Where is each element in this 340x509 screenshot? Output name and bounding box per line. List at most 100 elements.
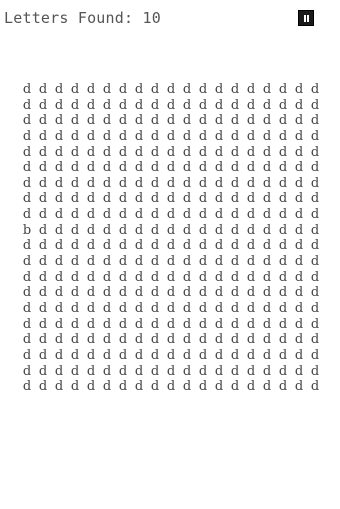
letter-cell[interactable]: d <box>179 364 195 380</box>
letter-cell[interactable]: d <box>51 270 67 286</box>
letter-cell[interactable]: d <box>115 285 131 301</box>
letter-cell[interactable]: d <box>83 113 99 129</box>
letter-cell[interactable]: d <box>51 317 67 333</box>
letter-cell[interactable]: d <box>259 129 275 145</box>
letter-cell[interactable]: d <box>259 176 275 192</box>
letter-cell[interactable]: d <box>275 238 291 254</box>
letter-cell[interactable]: d <box>19 160 35 176</box>
letter-cell[interactable]: d <box>35 270 51 286</box>
letter-cell[interactable]: d <box>275 82 291 98</box>
letter-cell[interactable]: d <box>259 317 275 333</box>
letter-cell[interactable]: d <box>99 113 115 129</box>
letter-cell[interactable]: d <box>115 191 131 207</box>
letter-cell[interactable]: d <box>147 332 163 348</box>
letter-cell[interactable]: d <box>115 129 131 145</box>
letter-cell[interactable]: d <box>195 191 211 207</box>
letter-cell[interactable]: d <box>51 98 67 114</box>
letter-cell[interactable]: d <box>259 254 275 270</box>
letter-cell[interactable]: d <box>35 82 51 98</box>
letter-cell[interactable]: d <box>131 160 147 176</box>
letter-cell[interactable]: d <box>163 364 179 380</box>
letter-cell[interactable]: d <box>19 348 35 364</box>
letter-cell[interactable]: d <box>19 145 35 161</box>
letter-cell[interactable]: d <box>19 82 35 98</box>
letter-cell[interactable]: d <box>195 223 211 239</box>
letter-cell[interactable]: d <box>51 332 67 348</box>
letter-cell[interactable]: d <box>163 317 179 333</box>
letter-cell[interactable]: d <box>211 317 227 333</box>
letter-cell[interactable]: d <box>243 238 259 254</box>
letter-cell[interactable]: d <box>147 379 163 395</box>
letter-cell[interactable]: d <box>211 160 227 176</box>
letter-cell[interactable]: d <box>211 348 227 364</box>
letter-cell[interactable]: d <box>179 254 195 270</box>
letter-cell[interactable]: d <box>35 98 51 114</box>
letter-cell[interactable]: d <box>243 285 259 301</box>
letter-cell[interactable]: d <box>147 364 163 380</box>
letter-cell[interactable]: d <box>147 348 163 364</box>
letter-cell[interactable]: d <box>51 254 67 270</box>
letter-cell[interactable]: d <box>195 332 211 348</box>
letter-cell[interactable]: d <box>115 254 131 270</box>
letter-cell[interactable]: d <box>163 207 179 223</box>
letter-cell[interactable]: d <box>67 129 83 145</box>
letter-cell[interactable]: d <box>211 254 227 270</box>
letter-cell[interactable]: d <box>275 98 291 114</box>
letter-cell[interactable]: d <box>291 191 307 207</box>
letter-cell[interactable]: d <box>83 98 99 114</box>
letter-cell[interactable]: d <box>211 113 227 129</box>
letter-cell[interactable]: d <box>99 223 115 239</box>
letter-cell[interactable]: d <box>307 160 323 176</box>
letter-cell[interactable]: d <box>163 223 179 239</box>
letter-cell[interactable]: d <box>259 348 275 364</box>
letter-cell[interactable]: d <box>291 145 307 161</box>
letter-cell[interactable]: d <box>275 207 291 223</box>
letter-cell[interactable]: d <box>35 364 51 380</box>
letter-cell[interactable]: d <box>243 191 259 207</box>
letter-cell[interactable]: d <box>179 145 195 161</box>
letter-cell[interactable]: d <box>35 379 51 395</box>
letter-cell[interactable]: d <box>147 191 163 207</box>
letter-cell[interactable]: d <box>243 270 259 286</box>
letter-cell[interactable]: d <box>35 317 51 333</box>
letter-cell[interactable]: d <box>275 113 291 129</box>
letter-cell[interactable]: d <box>259 285 275 301</box>
letter-cell[interactable]: d <box>19 113 35 129</box>
letter-cell[interactable]: d <box>19 254 35 270</box>
letter-cell[interactable]: d <box>291 270 307 286</box>
letter-cell[interactable]: d <box>195 364 211 380</box>
letter-cell[interactable]: d <box>291 82 307 98</box>
letter-cell[interactable]: d <box>115 317 131 333</box>
letter-cell[interactable]: d <box>99 379 115 395</box>
letter-cell[interactable]: d <box>211 285 227 301</box>
letter-cell[interactable]: d <box>307 207 323 223</box>
letter-cell[interactable]: d <box>211 145 227 161</box>
letter-cell[interactable]: d <box>163 332 179 348</box>
letter-cell[interactable]: d <box>307 254 323 270</box>
letter-cell[interactable]: d <box>211 270 227 286</box>
letter-cell[interactable]: d <box>195 254 211 270</box>
letter-cell[interactable]: d <box>211 98 227 114</box>
letter-cell[interactable]: d <box>147 98 163 114</box>
letter-cell[interactable]: d <box>99 332 115 348</box>
letter-cell[interactable]: d <box>227 238 243 254</box>
letter-cell[interactable]: d <box>227 160 243 176</box>
letter-cell[interactable]: d <box>51 113 67 129</box>
letter-cell[interactable]: d <box>99 254 115 270</box>
letter-cell[interactable]: d <box>243 176 259 192</box>
letter-cell[interactable]: d <box>51 160 67 176</box>
letter-cell[interactable]: d <box>115 160 131 176</box>
letter-cell[interactable]: d <box>19 301 35 317</box>
letter-cell[interactable]: d <box>259 270 275 286</box>
letter-cell[interactable]: d <box>211 207 227 223</box>
letter-cell[interactable]: d <box>99 285 115 301</box>
letter-cell[interactable]: d <box>83 82 99 98</box>
letter-cell[interactable]: d <box>35 191 51 207</box>
letter-cell[interactable]: d <box>163 176 179 192</box>
letter-cell[interactable]: d <box>35 145 51 161</box>
letter-cell[interactable]: d <box>291 317 307 333</box>
letter-cell[interactable]: d <box>179 113 195 129</box>
letter-cell[interactable]: d <box>131 332 147 348</box>
letter-cell[interactable]: d <box>179 348 195 364</box>
letter-cell[interactable]: d <box>51 348 67 364</box>
